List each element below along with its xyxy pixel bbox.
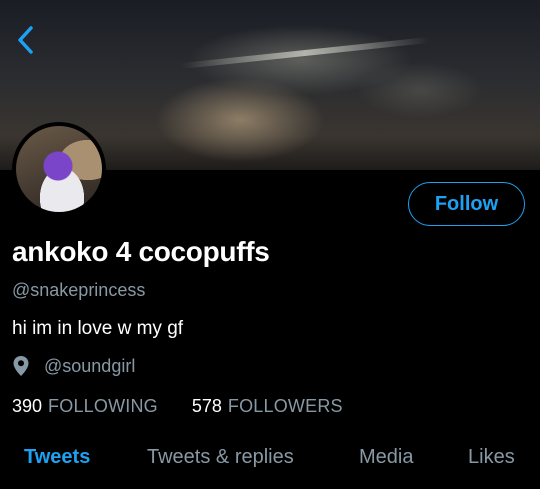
following-label: FOLLOWING	[48, 396, 158, 416]
followers-count: 578	[191, 396, 222, 416]
avatar[interactable]	[12, 122, 106, 216]
followers-stat[interactable]: 578 FOLLOWERS	[192, 396, 343, 417]
back-button[interactable]	[10, 22, 40, 58]
tab-tweets-and-replies[interactable]: Tweets & replies	[147, 446, 294, 469]
following-stat[interactable]: 390 FOLLOWING	[12, 396, 158, 417]
banner-light-streak	[180, 36, 430, 70]
profile-tabs: Tweets Tweets & replies Media Likes	[0, 446, 540, 478]
location-pin-icon	[13, 356, 29, 376]
location-text: @soundgirl	[44, 355, 136, 376]
tab-likes[interactable]: Likes	[468, 446, 515, 469]
tab-tweets[interactable]: Tweets	[24, 446, 90, 469]
following-count: 390	[12, 396, 43, 416]
follow-button[interactable]: Follow	[408, 182, 525, 226]
profile-location[interactable]: @soundgirl	[12, 355, 135, 377]
profile-bio: hi im in love w my gf	[12, 318, 184, 339]
profile-stats: 390 FOLLOWING 578 FOLLOWERS	[12, 396, 343, 417]
profile-handle: @snakeprincess	[12, 280, 146, 300]
followers-label: FOLLOWERS	[227, 396, 343, 416]
profile-display-name: ankoko 4 cocopuffs	[12, 236, 270, 267]
tab-media[interactable]: Media	[359, 446, 413, 469]
chevron-left-icon	[18, 26, 33, 54]
